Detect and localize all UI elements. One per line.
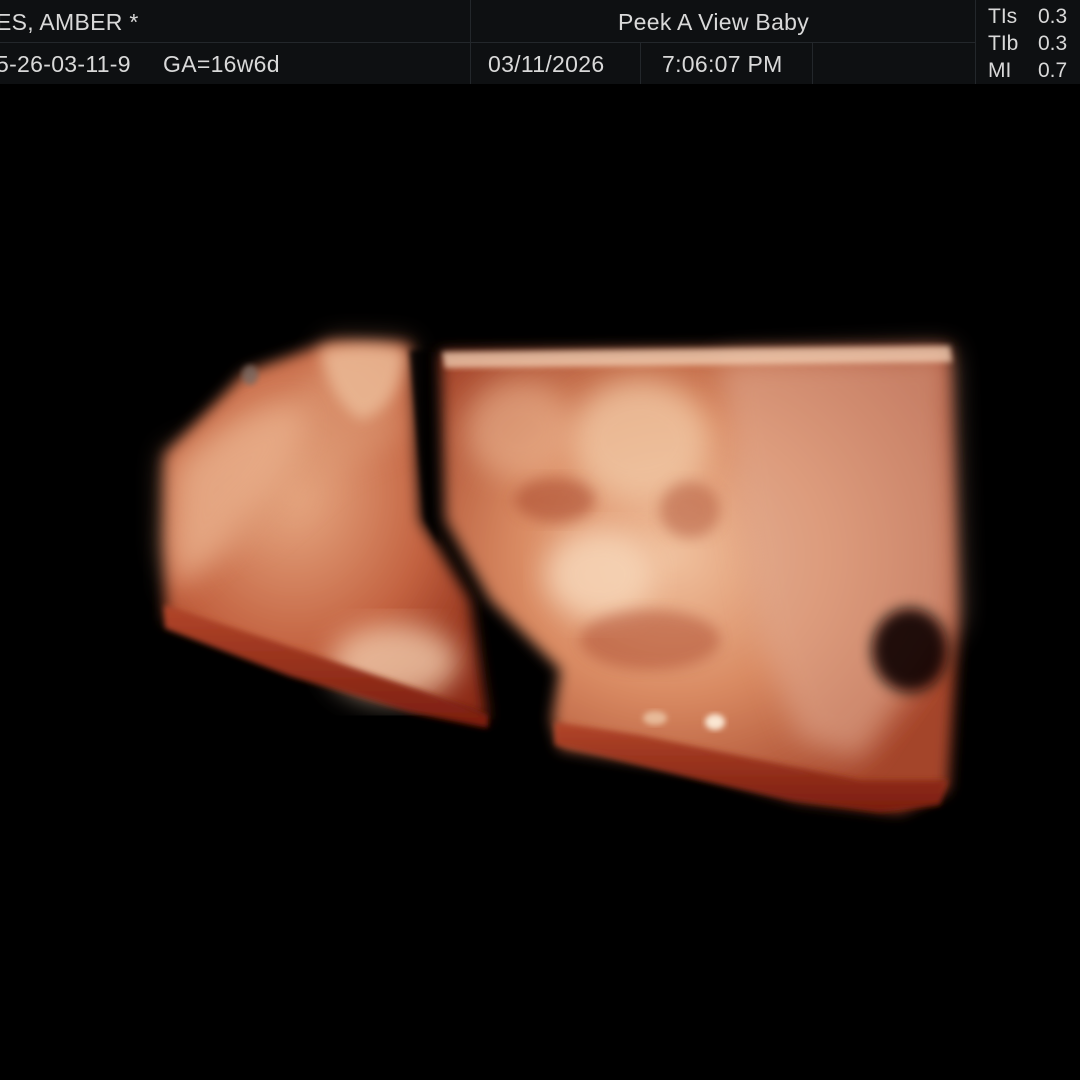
ultrasound-3d-viewport	[0, 84, 1080, 1080]
left-volume-block	[165, 342, 488, 728]
index-value: 0.7	[1038, 59, 1068, 82]
index-label: MI	[988, 59, 1012, 82]
index-value: 0.3	[1038, 32, 1068, 55]
patient-name: ES, AMBER *	[0, 9, 139, 35]
exam-time: 7:06:07 PM	[662, 51, 783, 77]
gestational-age: GA=16w6d	[163, 51, 280, 77]
patient-id: 5-26-03-11-9	[0, 51, 131, 77]
index-label: TIb	[988, 32, 1019, 55]
header-divider-vertical	[640, 42, 641, 84]
ultrasound-header-bar: ES, AMBER * 5-26-03-11-9 GA=16w6d Peek A…	[0, 0, 1080, 84]
header-divider-vertical	[470, 0, 471, 84]
header-divider-horizontal	[0, 42, 975, 43]
fetal-3d-render	[165, 342, 958, 812]
index-label: TIs	[988, 5, 1018, 28]
header-divider-vertical	[975, 0, 976, 84]
clinic-name: Peek A View Baby	[618, 9, 810, 35]
speckle-artifact	[242, 365, 258, 385]
right-volume-block	[440, 346, 958, 812]
header-divider-vertical	[812, 42, 813, 84]
exam-date: 03/11/2026	[488, 51, 605, 77]
index-value: 0.3	[1038, 5, 1068, 28]
